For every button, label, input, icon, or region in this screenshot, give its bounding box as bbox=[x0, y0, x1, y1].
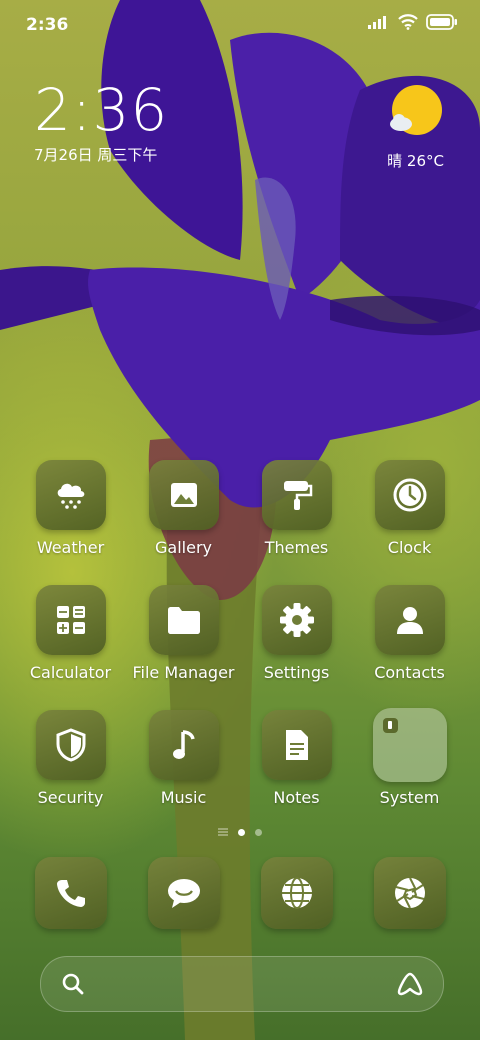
dock-messages[interactable] bbox=[127, 857, 240, 929]
page-indicator[interactable] bbox=[0, 828, 480, 836]
app-label: System bbox=[379, 788, 440, 807]
app-file-manager[interactable]: File Manager bbox=[127, 585, 240, 682]
page-dot bbox=[255, 828, 262, 836]
clock-app-icon bbox=[374, 460, 445, 530]
person-icon bbox=[396, 607, 423, 634]
gear-icon bbox=[279, 603, 314, 637]
notes-app-icon bbox=[261, 710, 332, 780]
clock-icon bbox=[393, 478, 426, 512]
status-time: 2:36 bbox=[26, 15, 69, 35]
aperture-icon bbox=[394, 877, 425, 909]
phone-app-icon bbox=[34, 857, 107, 929]
app-label: Themes bbox=[264, 538, 329, 557]
folder-icon bbox=[167, 607, 200, 634]
app-security[interactable]: Security bbox=[14, 710, 127, 807]
app-themes[interactable]: Themes bbox=[240, 460, 353, 557]
app-settings[interactable]: Settings bbox=[240, 585, 353, 682]
weather-app-icon bbox=[35, 460, 106, 530]
security-app-icon bbox=[35, 710, 106, 780]
dock-browser[interactable] bbox=[240, 857, 353, 929]
app-label: Music bbox=[160, 788, 207, 807]
page-dot-active bbox=[238, 828, 245, 836]
browser-app-icon bbox=[260, 857, 333, 929]
app-gallery[interactable]: Gallery bbox=[127, 460, 240, 557]
messages-app-icon bbox=[147, 857, 220, 929]
calculator-app-icon bbox=[35, 585, 106, 655]
app-clock[interactable]: Clock bbox=[353, 460, 466, 557]
app-notes[interactable]: Notes bbox=[240, 710, 353, 807]
music-note-icon bbox=[172, 730, 195, 759]
dock-phone[interactable] bbox=[14, 857, 127, 929]
cloud-snow-icon bbox=[57, 483, 84, 509]
app-label: Security bbox=[37, 788, 104, 807]
app-label: Clock bbox=[387, 538, 432, 557]
music-app-icon bbox=[148, 710, 219, 780]
settings-app-icon bbox=[261, 585, 332, 655]
document-icon bbox=[285, 730, 308, 760]
search-bar[interactable] bbox=[40, 956, 444, 1012]
weather-widget[interactable]: 晴 26°C bbox=[387, 84, 444, 171]
folder-grid-icon bbox=[372, 708, 447, 782]
file-manager-app-icon bbox=[148, 585, 219, 655]
image-icon bbox=[170, 483, 197, 507]
clock-time: 2:36 bbox=[34, 76, 169, 144]
phone-icon bbox=[56, 880, 85, 907]
partly-sunny-icon bbox=[389, 85, 442, 135]
clock-widget[interactable]: 2:36 7月26日 周三下午 bbox=[34, 80, 168, 165]
menu-lines-icon bbox=[218, 828, 228, 836]
app-calculator[interactable]: Calculator bbox=[14, 585, 127, 682]
app-label: File Manager bbox=[132, 663, 235, 682]
clock-date: 7月26日 周三下午 bbox=[34, 146, 158, 164]
themes-app-icon bbox=[261, 460, 332, 530]
globe-icon bbox=[281, 877, 312, 909]
contacts-app-icon bbox=[374, 585, 445, 655]
app-label: Weather bbox=[36, 538, 105, 557]
calculator-icon bbox=[56, 606, 85, 634]
app-label: Notes bbox=[273, 788, 320, 807]
dock-camera[interactable] bbox=[353, 857, 466, 929]
app-label: Contacts bbox=[374, 663, 445, 682]
status-icons bbox=[368, 14, 458, 30]
status-bar: 2:36 bbox=[0, 0, 480, 50]
app-weather[interactable]: Weather bbox=[14, 460, 127, 557]
signal-icon bbox=[368, 16, 386, 29]
assistant-icon[interactable] bbox=[395, 971, 425, 997]
camera-app-icon bbox=[373, 857, 446, 929]
gallery-app-icon bbox=[148, 460, 219, 530]
app-label: Gallery bbox=[155, 538, 212, 557]
wifi-icon bbox=[398, 14, 418, 30]
app-contacts[interactable]: Contacts bbox=[353, 585, 466, 682]
chat-bubble-icon bbox=[167, 879, 200, 908]
app-system-folder[interactable]: System bbox=[353, 708, 466, 807]
weather-text: 晴 26°C bbox=[387, 152, 444, 170]
app-music[interactable]: Music bbox=[127, 710, 240, 807]
paint-roller-icon bbox=[283, 481, 312, 510]
app-label: Calculator bbox=[29, 663, 112, 682]
app-label: Settings bbox=[263, 663, 330, 682]
shield-icon bbox=[56, 728, 85, 762]
search-icon[interactable] bbox=[61, 972, 85, 996]
battery-icon bbox=[426, 14, 457, 30]
